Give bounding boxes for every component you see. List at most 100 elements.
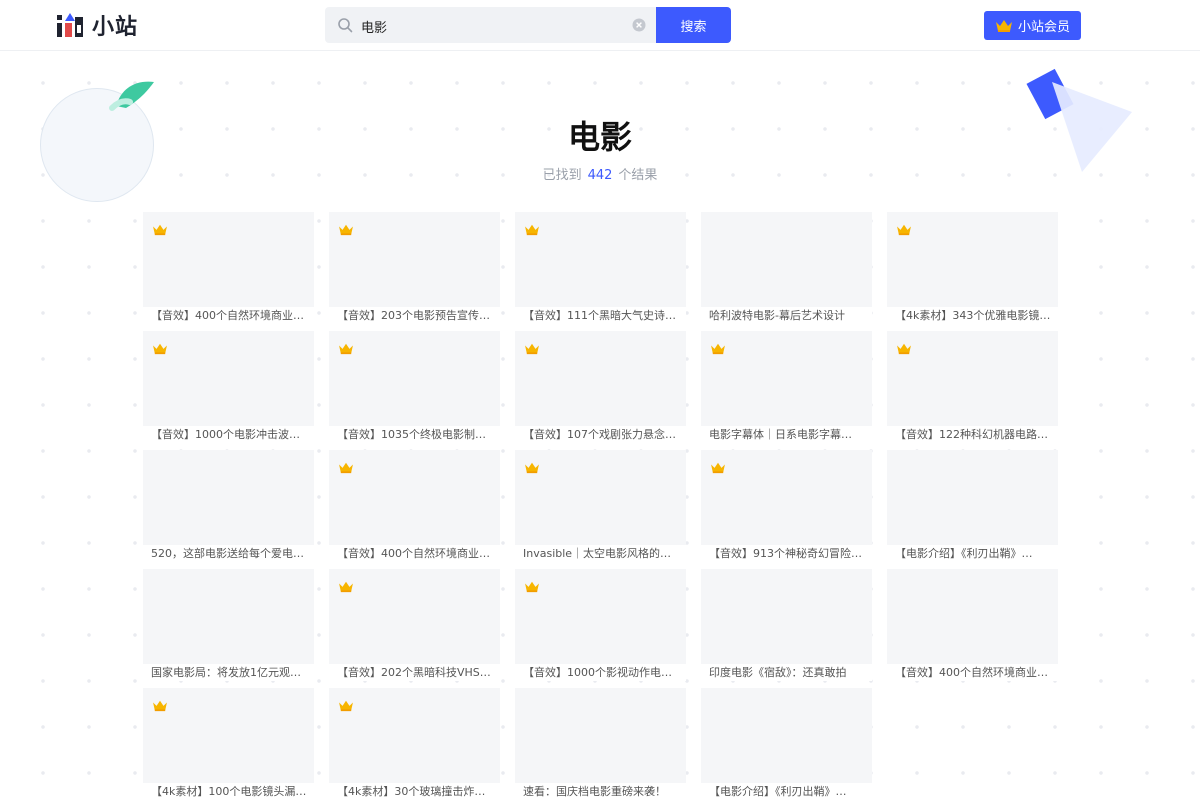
result-thumbnail[interactable]	[329, 212, 500, 307]
result-thumbnail[interactable]	[887, 569, 1058, 664]
result-card[interactable]: Invasible｜太空电影风格的…	[515, 450, 686, 562]
logo-text: 小站	[92, 15, 139, 40]
result-card[interactable]: 【音效】1035个终极电影制…	[329, 331, 500, 443]
result-thumbnail[interactable]	[515, 569, 686, 664]
result-card[interactable]: 【4k素材】30个玻璃撞击炸…	[329, 688, 500, 800]
site-logo[interactable]: 小站	[56, 10, 138, 40]
result-card[interactable]: 【音效】202个黑暗科技VHS…	[329, 569, 500, 681]
result-thumbnail[interactable]	[515, 212, 686, 307]
vip-membership-button[interactable]: 小站会员	[984, 11, 1081, 40]
crown-icon	[339, 343, 353, 355]
crown-icon	[525, 581, 539, 593]
result-card[interactable]: 电影字幕体｜日系电影字幕…	[701, 331, 872, 443]
result-card[interactable]: 【音效】400个自然环境商业…	[329, 450, 500, 562]
result-thumbnail[interactable]	[329, 331, 500, 426]
result-title[interactable]: 【音效】122种科幻机器电路…	[887, 426, 1058, 443]
page-title: 电影	[567, 118, 632, 156]
decorative-leaf-icon	[109, 81, 154, 111]
result-thumbnail[interactable]	[143, 450, 314, 545]
result-suffix: 个结果	[618, 168, 658, 183]
result-title[interactable]: 【音效】202个黑暗科技VHS…	[329, 664, 500, 681]
result-thumbnail[interactable]	[887, 331, 1058, 426]
crown-icon	[153, 224, 167, 236]
result-thumbnail[interactable]	[701, 569, 872, 664]
result-card[interactable]: 【音效】107个戏剧张力悬念…	[515, 331, 686, 443]
results-grid: 【音效】400个自然环境商业… 【音效】203个电影预告宣传… 【音效】111个…	[143, 212, 1058, 800]
result-card[interactable]: 【电影介绍】《利刃出鞘》…	[701, 688, 872, 800]
result-thumbnail[interactable]	[515, 331, 686, 426]
crown-icon	[897, 224, 911, 236]
search-box[interactable]	[325, 7, 657, 45]
crown-icon	[339, 462, 353, 474]
result-card[interactable]: 【音效】400个自然环境商业…	[143, 212, 314, 324]
result-thumbnail[interactable]	[701, 212, 872, 307]
crown-icon	[525, 343, 539, 355]
vip-button-label: 小站会员	[1017, 20, 1070, 35]
result-thumbnail[interactable]	[329, 450, 500, 545]
result-thumbnail[interactable]	[143, 569, 314, 664]
result-thumbnail[interactable]	[143, 331, 314, 426]
result-thumbnail[interactable]	[701, 688, 872, 783]
result-title[interactable]: 【音效】1000个影视动作电…	[515, 664, 686, 681]
result-card[interactable]: 【音效】111个黑暗大气史诗…	[515, 212, 686, 324]
result-card[interactable]: 【音效】203个电影预告宣传…	[329, 212, 500, 324]
result-title[interactable]: 【音效】107个戏剧张力悬念…	[515, 426, 686, 443]
result-card[interactable]: 速看：国庆档电影重磅来袭！	[515, 688, 686, 800]
result-card[interactable]: 【4k素材】100个电影镜头漏…	[143, 688, 314, 800]
result-card[interactable]: 国家电影局：将发放1亿元观…	[143, 569, 314, 681]
result-title[interactable]: 【音效】400个自然环境商业…	[329, 545, 500, 562]
crown-icon	[711, 343, 725, 355]
result-card[interactable]: 【音效】400个自然环境商业…	[887, 569, 1058, 681]
result-title[interactable]: 【音效】203个电影预告宣传…	[329, 307, 500, 324]
result-card[interactable]: 【音效】913个神秘奇幻冒险…	[701, 450, 872, 562]
result-title[interactable]: Invasible｜太空电影风格的…	[515, 545, 686, 562]
result-card[interactable]: 【4k素材】343个优雅电影镜…	[887, 212, 1058, 324]
result-card[interactable]: 520，这部电影送给每个爱电…	[143, 450, 314, 562]
result-title[interactable]: 哈利波特电影-幕后艺术设计	[701, 307, 872, 324]
result-card[interactable]: 【音效】1000个电影冲击波…	[143, 331, 314, 443]
result-title[interactable]: 印度电影《宿敌》：还真敢拍	[701, 664, 872, 681]
result-title[interactable]: 速看：国庆档电影重磅来袭！	[515, 783, 686, 800]
result-title[interactable]: 【4k素材】30个玻璃撞击炸…	[329, 783, 500, 800]
result-title[interactable]: 【音效】913个神秘奇幻冒险…	[701, 545, 872, 562]
crown-icon	[339, 700, 353, 712]
result-thumbnail[interactable]	[887, 450, 1058, 545]
search-input[interactable]	[359, 7, 633, 45]
result-thumbnail[interactable]	[701, 450, 872, 545]
result-summary: 已找到 442 个结果	[0, 164, 1200, 183]
crown-icon	[153, 700, 167, 712]
result-card[interactable]: 印度电影《宿敌》：还真敢拍	[701, 569, 872, 681]
logo-mark-icon	[57, 13, 83, 37]
search-button[interactable]: 搜索	[656, 7, 731, 43]
result-thumbnail[interactable]	[329, 688, 500, 783]
result-title[interactable]: 【音效】111个黑暗大气史诗…	[515, 307, 686, 324]
result-title[interactable]: 【音效】1035个终极电影制…	[329, 426, 500, 443]
search-icon	[338, 18, 353, 33]
result-title[interactable]: 【4k素材】343个优雅电影镜…	[887, 307, 1058, 324]
result-card[interactable]: 哈利波特电影-幕后艺术设计	[701, 212, 872, 324]
crown-icon	[339, 581, 353, 593]
result-thumbnail[interactable]	[701, 331, 872, 426]
result-thumbnail[interactable]	[515, 450, 686, 545]
result-card[interactable]: 【音效】1000个影视动作电…	[515, 569, 686, 681]
result-title[interactable]: 520，这部电影送给每个爱电…	[143, 545, 314, 562]
result-card[interactable]: 【音效】122种科幻机器电路…	[887, 331, 1058, 443]
result-title[interactable]: 【音效】400个自然环境商业…	[887, 664, 1058, 681]
result-thumbnail[interactable]	[143, 688, 314, 783]
result-card[interactable]: 【电影介绍】《利刃出鞘》…	[887, 450, 1058, 562]
result-title[interactable]: 【音效】1000个电影冲击波…	[143, 426, 314, 443]
crown-icon	[525, 462, 539, 474]
result-thumbnail[interactable]	[515, 688, 686, 783]
result-thumbnail[interactable]	[329, 569, 500, 664]
top-bar: 小站 搜索 小站会员	[0, 0, 1200, 51]
result-title[interactable]: 【音效】400个自然环境商业…	[143, 307, 314, 324]
result-title[interactable]: 【电影介绍】《利刃出鞘》…	[701, 783, 872, 800]
result-title[interactable]: 【电影介绍】《利刃出鞘》…	[887, 545, 1058, 562]
result-title[interactable]: 国家电影局：将发放1亿元观…	[143, 664, 314, 681]
result-thumbnail[interactable]	[887, 212, 1058, 307]
result-title[interactable]: 【4k素材】100个电影镜头漏…	[143, 783, 314, 800]
result-thumbnail[interactable]	[143, 212, 314, 307]
crown-icon	[525, 224, 539, 236]
clear-icon[interactable]	[632, 18, 646, 32]
result-title[interactable]: 电影字幕体｜日系电影字幕…	[701, 426, 872, 443]
